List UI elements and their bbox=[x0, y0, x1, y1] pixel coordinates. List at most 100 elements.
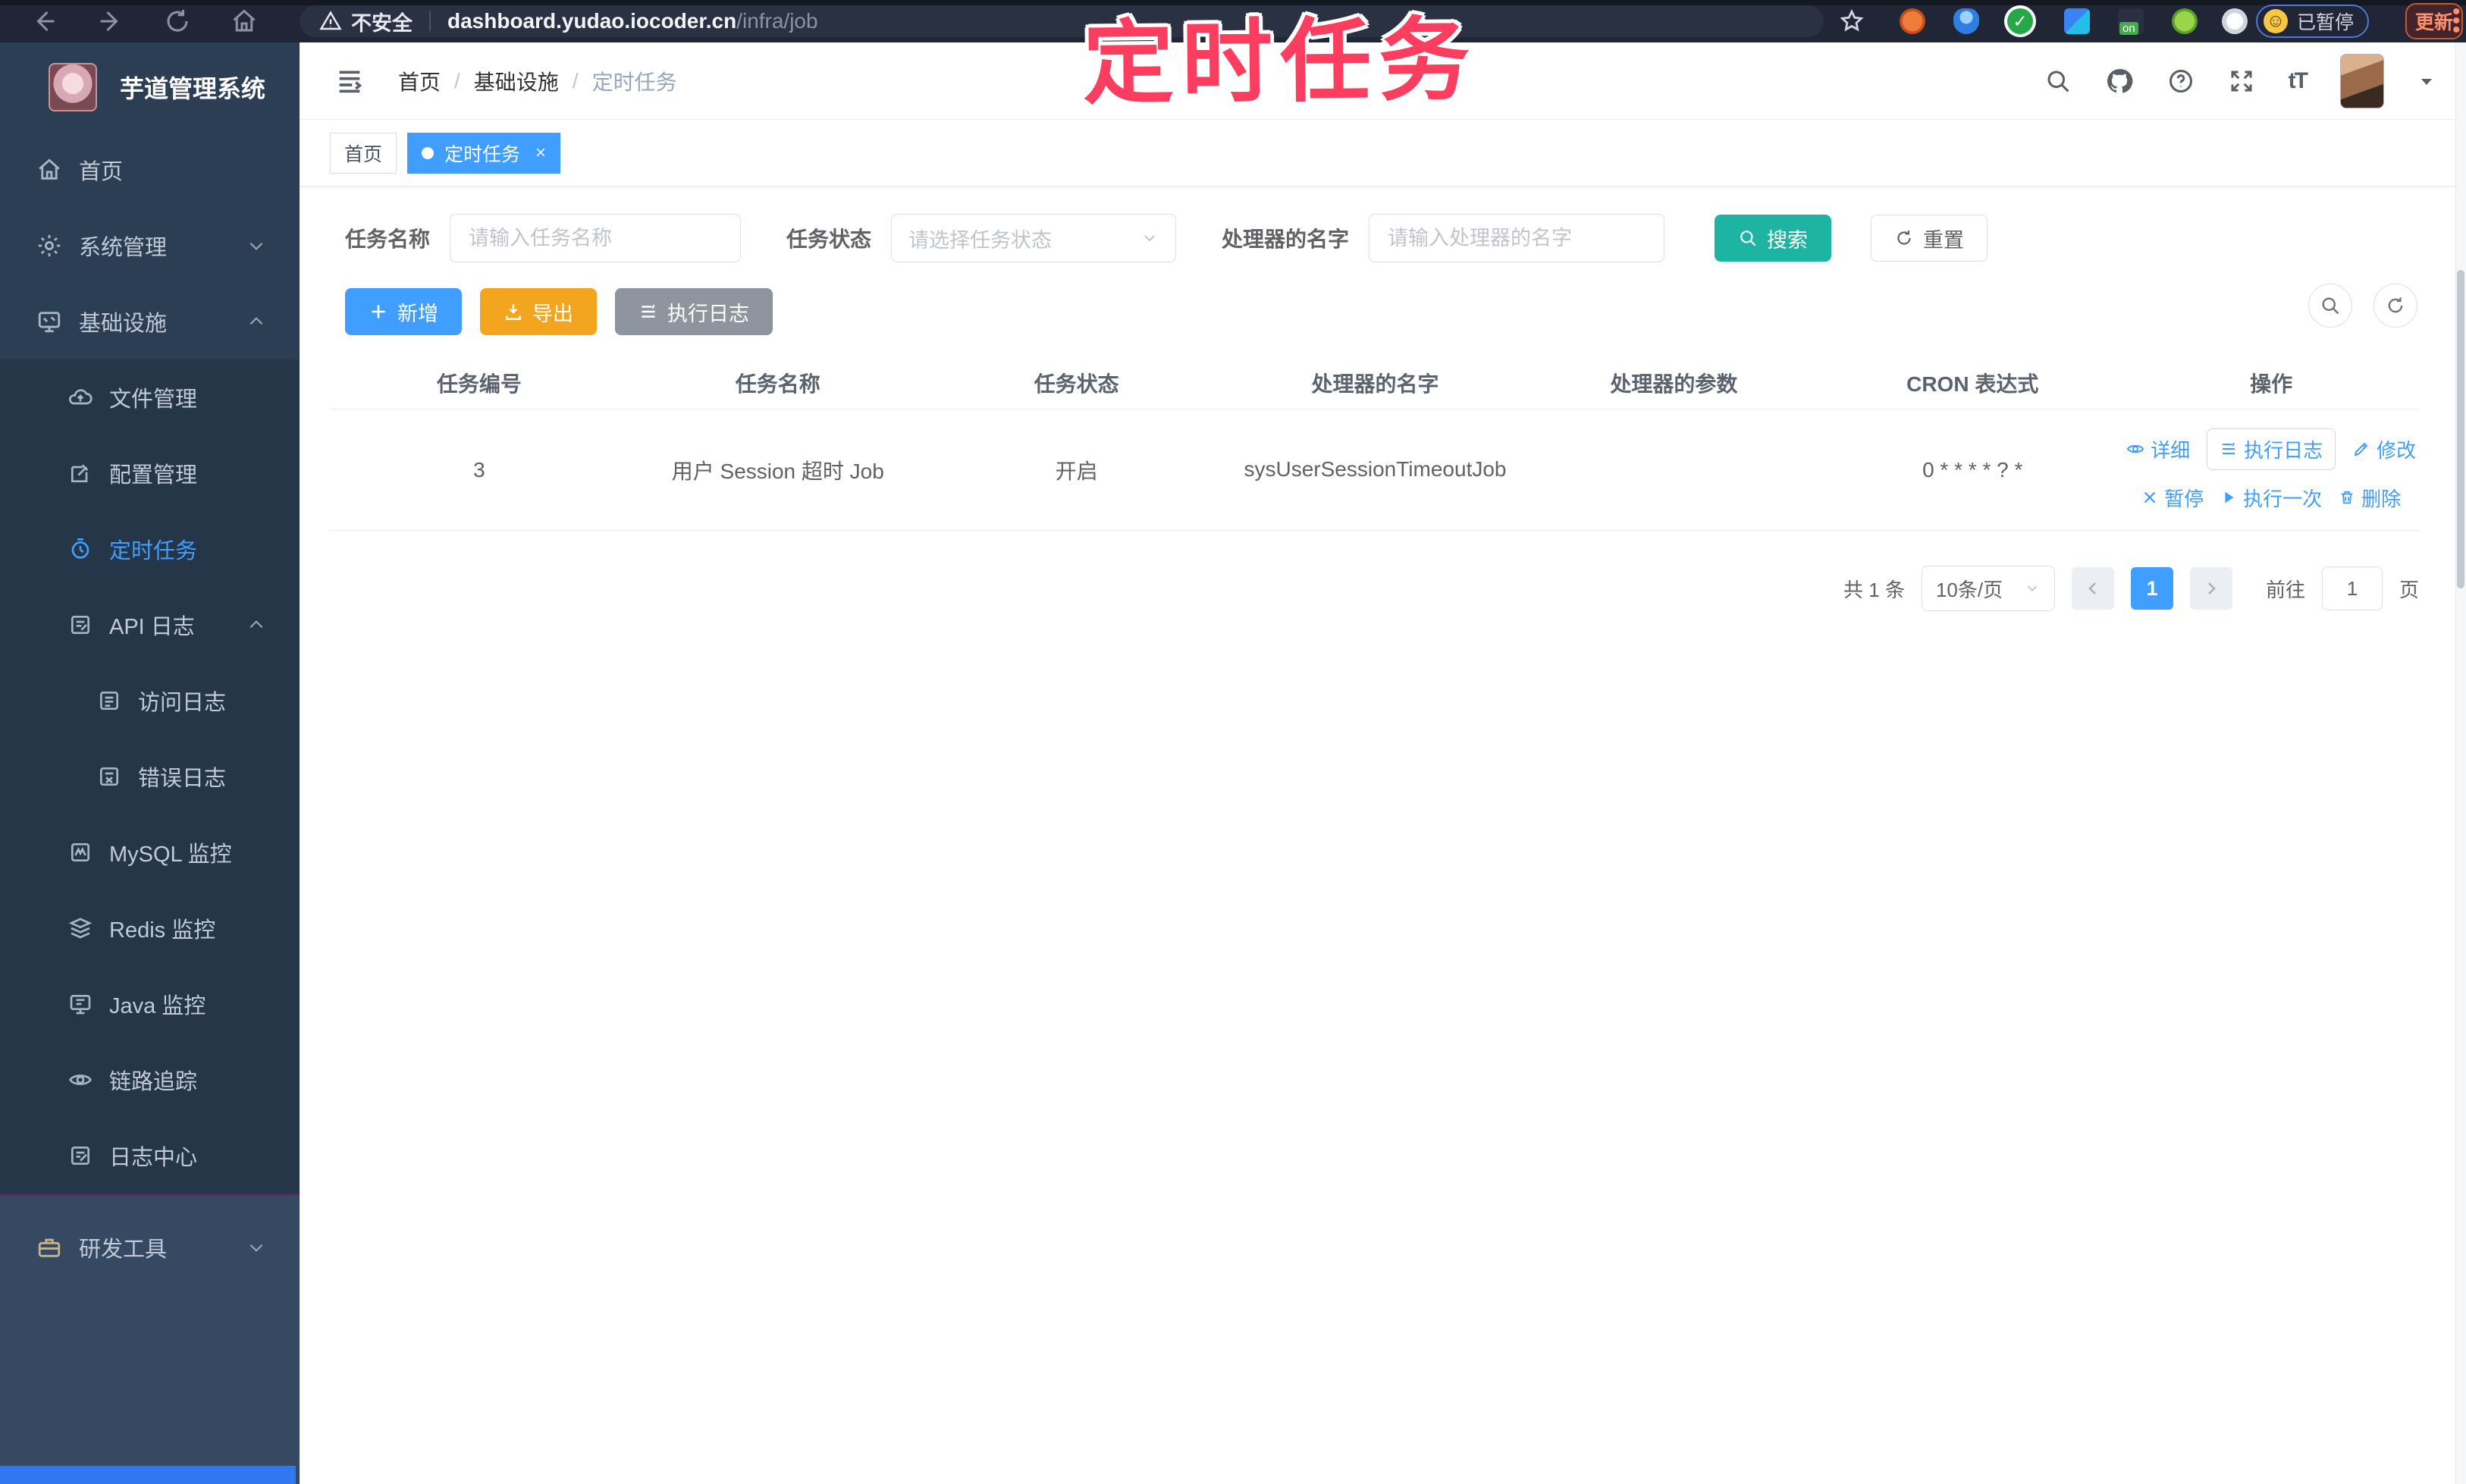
job-status-select[interactable]: 请选择任务状态 bbox=[891, 214, 1177, 262]
export-button[interactable]: 导出 bbox=[480, 288, 597, 335]
mysql-icon bbox=[68, 840, 93, 864]
extension-icon-7[interactable] bbox=[2222, 8, 2248, 34]
sidebar-item-label: 错误日志 bbox=[138, 767, 227, 791]
table-toolbar: 新增 导出 执行日志 bbox=[300, 262, 2466, 335]
font-size-icon[interactable]: tT bbox=[2289, 68, 2308, 94]
sidebar-item-redis-monitor[interactable]: Redis 监控 bbox=[0, 890, 300, 966]
handler-name-input[interactable] bbox=[1369, 214, 1665, 262]
sidebar-item-config-management[interactable]: 配置管理 bbox=[0, 435, 300, 511]
toggle-search-icon[interactable] bbox=[2308, 284, 2352, 328]
search-button-label: 搜索 bbox=[1767, 228, 1809, 252]
sidebar-item-devtools[interactable]: 研发工具 bbox=[0, 1209, 300, 1285]
bookmark-star-icon[interactable] bbox=[1839, 8, 1866, 36]
address-bar[interactable]: 不安全 dashboard.yudao.iocoder.cn /infra/jo… bbox=[300, 5, 1824, 37]
browser-back-icon[interactable] bbox=[30, 8, 58, 35]
breadcrumb-separator: / bbox=[572, 68, 579, 93]
app-logo bbox=[49, 63, 97, 111]
reset-button[interactable]: 重置 bbox=[1871, 215, 1988, 262]
prev-page-icon[interactable] bbox=[2071, 567, 2114, 610]
tab-home[interactable]: 首页 bbox=[330, 132, 397, 174]
update-label: 更新 bbox=[2414, 12, 2453, 33]
url-host: dashboard.yudao.iocoder.cn bbox=[447, 9, 737, 33]
extension-on-badge: on bbox=[2119, 22, 2138, 35]
extension-icon-5[interactable]: on bbox=[2118, 8, 2144, 35]
sidebar-item-log-center[interactable]: 日志中心 bbox=[0, 1118, 300, 1194]
extension-icon-2[interactable] bbox=[1953, 8, 1979, 34]
sidebar-item-mysql-monitor[interactable]: MySQL 监控 bbox=[0, 814, 300, 890]
profile-paused-chip[interactable]: ☺ 已暂停 bbox=[2256, 5, 2370, 38]
search-icon[interactable] bbox=[2044, 67, 2072, 95]
breadcrumb-separator: / bbox=[454, 68, 460, 93]
tab-scheduled-jobs[interactable]: 定时任务 × bbox=[407, 132, 561, 174]
app-logo-row[interactable]: 芋道管理系统 bbox=[0, 42, 300, 132]
exec-log-button-label: 执行日志 bbox=[667, 302, 749, 325]
github-icon[interactable] bbox=[2105, 67, 2134, 96]
sidebar-item-java-monitor[interactable]: Java 监控 bbox=[0, 966, 300, 1042]
browser-menu-icon[interactable]: • • • bbox=[2452, 1, 2461, 42]
handler-name-label: 处理器的名字 bbox=[1222, 227, 1350, 251]
pagination: 共 1 条 10条/页 1 前往 页 bbox=[300, 531, 2466, 611]
search-button[interactable]: 搜索 bbox=[1715, 215, 1832, 262]
gear-icon bbox=[36, 233, 62, 259]
edit-square-icon bbox=[68, 461, 93, 485]
job-name-input[interactable] bbox=[450, 214, 742, 262]
sidebar-item-label: 文件管理 bbox=[109, 387, 198, 412]
log-center-icon bbox=[68, 1144, 93, 1168]
goto-page-input[interactable] bbox=[2321, 566, 2383, 610]
app-title: 芋道管理系统 bbox=[120, 75, 266, 102]
scrollbar-thumb[interactable] bbox=[2457, 270, 2464, 588]
job-name-label: 任务名称 bbox=[345, 227, 431, 251]
avatar[interactable] bbox=[2340, 53, 2384, 108]
edit-link[interactable]: 修改 bbox=[2352, 435, 2416, 463]
hamburger-icon[interactable] bbox=[334, 66, 365, 96]
page-number-1[interactable]: 1 bbox=[2130, 567, 2173, 610]
infrastructure-submenu: 文件管理 配置管理 定时任务 API 日志 访问日志 错误日志 MySQL 监控… bbox=[0, 359, 300, 1194]
delete-link[interactable]: 删除 bbox=[2339, 484, 2401, 512]
extension-icon-6[interactable] bbox=[2172, 8, 2198, 34]
sidebar-item-access-log[interactable]: 访问日志 bbox=[0, 663, 300, 739]
sidebar-item-label: 日志中心 bbox=[109, 1146, 198, 1170]
browser-home-icon[interactable] bbox=[231, 8, 258, 35]
avatar-caret-down-icon[interactable] bbox=[2417, 72, 2436, 90]
sidebar-item-home[interactable]: 首页 bbox=[0, 132, 300, 208]
extension-icon-4[interactable] bbox=[2064, 8, 2090, 34]
refresh-icon[interactable] bbox=[2373, 284, 2417, 328]
sidebar-item-system[interactable]: 系统管理 bbox=[0, 208, 300, 284]
row-exec-log-link[interactable]: 执行日志 bbox=[2207, 428, 2336, 470]
sidebar-item-label: 配置管理 bbox=[109, 463, 198, 488]
sidebar-item-api-log[interactable]: API 日志 bbox=[0, 587, 300, 663]
sidebar-item-infrastructure[interactable]: 基础设施 bbox=[0, 284, 300, 359]
detail-link[interactable]: 详细 bbox=[2126, 435, 2190, 463]
tab-label: 首页 bbox=[344, 143, 383, 165]
cell-cron: 0 * * * * ? * bbox=[1922, 457, 2023, 482]
sidebar-item-file-management[interactable]: 文件管理 bbox=[0, 359, 300, 435]
browser-forward-icon[interactable] bbox=[97, 8, 124, 35]
breadcrumb-home[interactable]: 首页 bbox=[398, 66, 441, 96]
sidebar-item-error-log[interactable]: 错误日志 bbox=[0, 739, 300, 814]
page-size-select[interactable]: 10条/页 bbox=[1921, 566, 2055, 611]
browser-reload-icon[interactable] bbox=[164, 8, 191, 35]
fullscreen-icon[interactable] bbox=[2228, 67, 2255, 95]
sidebar-item-trace[interactable]: 链路追踪 bbox=[0, 1042, 300, 1118]
sidebar-lower-section: 研发工具 bbox=[0, 1196, 300, 1484]
exec-log-button[interactable]: 执行日志 bbox=[615, 288, 773, 335]
chevron-up-icon bbox=[246, 312, 266, 331]
next-page-icon[interactable] bbox=[2189, 567, 2232, 610]
add-button[interactable]: 新增 bbox=[345, 288, 462, 335]
page-scrollbar[interactable] bbox=[2455, 42, 2466, 1484]
omnibox-divider bbox=[429, 11, 431, 31]
extension-icon-3[interactable]: ✓ bbox=[2007, 8, 2033, 34]
pause-link[interactable]: 暂停 bbox=[2141, 484, 2204, 512]
extension-icon-1[interactable] bbox=[1900, 8, 1925, 34]
run-once-link[interactable]: 执行一次 bbox=[2220, 484, 2322, 512]
profile-emoji-icon: ☺ bbox=[2264, 9, 2288, 33]
breadcrumb-infrastructure[interactable]: 基础设施 bbox=[474, 66, 559, 96]
cell-job-name: 用户 Session 超时 Job bbox=[671, 459, 884, 483]
table-settings bbox=[2308, 284, 2417, 328]
cloud-upload-icon bbox=[68, 385, 93, 409]
jobs-table: 任务编号 任务名称 任务状态 处理器的名字 处理器的参数 CRON 表达式 操作… bbox=[330, 356, 2421, 531]
help-icon[interactable] bbox=[2167, 67, 2195, 95]
export-button-label: 导出 bbox=[532, 302, 573, 325]
tab-close-icon[interactable]: × bbox=[535, 143, 546, 164]
sidebar-item-scheduled-jobs[interactable]: 定时任务 bbox=[0, 511, 300, 587]
